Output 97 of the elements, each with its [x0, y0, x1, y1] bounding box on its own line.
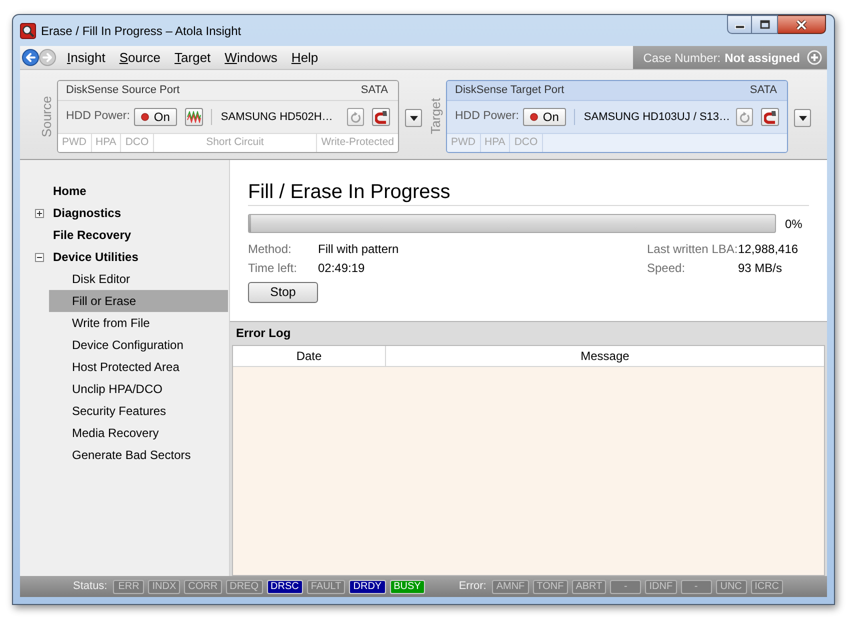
status-flag: - — [610, 580, 642, 594]
status-flag: FAULT — [306, 580, 346, 594]
progress-reading: 0% — [785, 216, 802, 232]
menu-item[interactable]: Target — [174, 50, 211, 66]
power-button[interactable]: On — [522, 108, 566, 126]
flag-cell: PWD — [447, 134, 480, 152]
detail-value: Fill with pattern — [318, 240, 399, 258]
magnet-button[interactable] — [372, 108, 390, 126]
nav-item[interactable]: Home — [20, 180, 229, 202]
magnet-button[interactable] — [761, 108, 779, 126]
status-label: Error: — [458, 579, 486, 594]
flag-cell: HPA — [92, 134, 122, 152]
menu-item[interactable]: Insight — [67, 50, 106, 66]
page-heading: Fill / Erase In Progress — [248, 180, 450, 204]
flag-cell: PWD — [58, 134, 92, 152]
refresh-button[interactable] — [736, 108, 753, 126]
alert-cell: Short Circuit — [154, 134, 318, 152]
column-header[interactable]: Message — [386, 346, 824, 366]
status-flag: DRSC — [266, 580, 303, 594]
detail-label: Time left: — [248, 260, 297, 276]
interface-label: SATA — [360, 83, 389, 98]
power-button[interactable]: On — [134, 108, 177, 126]
device-name: SAMSUNG HD103UJ / S13… — [584, 110, 730, 125]
minimize-button[interactable] — [727, 15, 752, 34]
status-flag: UNC — [716, 580, 747, 594]
nav-item[interactable]: Generate Bad Sectors — [49, 444, 228, 466]
port-label: Target — [429, 98, 443, 135]
nav-item[interactable]: Disk Editor — [49, 268, 228, 290]
interface-label: SATA — [750, 83, 778, 98]
menu-item[interactable]: Windows — [224, 50, 278, 66]
minimize-icon — [734, 25, 744, 29]
maximize-button[interactable] — [752, 15, 778, 34]
column-header[interactable]: Date — [233, 346, 386, 366]
case-number-value: Not assigned — [724, 50, 800, 66]
maximize-icon — [760, 20, 770, 29]
case-number-label: Case Number: — [643, 50, 721, 66]
waveform-button[interactable] — [184, 108, 203, 126]
detail-value: 93 MB/s — [738, 260, 782, 276]
status-flag: DREQ — [226, 580, 263, 594]
nav-item[interactable]: Host Protected Area — [49, 356, 228, 378]
close-button[interactable] — [778, 15, 826, 34]
dropdown-button[interactable] — [405, 109, 422, 127]
caret-icon — [410, 116, 418, 120]
nav-item[interactable]: Media Recovery — [49, 422, 228, 444]
refresh-button[interactable] — [347, 108, 364, 126]
status-flag: INDX — [148, 580, 180, 594]
plus-circle-icon[interactable] — [807, 50, 822, 65]
status-flag: DRDY — [349, 580, 386, 594]
port-title: DiskSense Source Port — [66, 83, 180, 98]
nav-item[interactable]: Unclip HPA/DCO — [49, 378, 228, 400]
stop-button[interactable]: Stop — [248, 282, 318, 303]
plus-box-icon[interactable] — [35, 208, 44, 218]
menu-item[interactable]: Source — [119, 50, 161, 66]
dropdown-button[interactable] — [794, 109, 811, 127]
status-flag: IDNF — [645, 580, 677, 594]
detail-value: 02:49:19 — [318, 260, 365, 276]
window-title: Erase / Fill In Progress – Atola Insight — [41, 24, 242, 38]
detail-label: Method: — [248, 240, 292, 258]
status-flag: AMNF — [492, 580, 529, 594]
status-flag: CORR — [184, 580, 222, 594]
panel-title: Error Log — [236, 325, 291, 342]
nav-item[interactable]: Security Features — [49, 400, 228, 422]
close-icon — [796, 20, 807, 30]
flag-cell: DCO — [510, 134, 543, 152]
caret-icon — [798, 116, 806, 120]
detail-label: Last written LBA: — [647, 240, 738, 258]
nav-item[interactable]: Device Utilities — [20, 246, 229, 268]
status-flag: ICRC — [750, 580, 784, 594]
alert-cell-text: Write-Protected — [320, 135, 395, 150]
magnet-icon — [764, 110, 776, 124]
refresh-icon — [739, 111, 750, 123]
detail-value: 12,988,416 — [738, 240, 798, 258]
status-flag: ERR — [113, 580, 144, 594]
nav-item[interactable]: Write from File — [49, 312, 228, 334]
power-label: HDD Power: — [455, 109, 519, 124]
arrow-left-icon[interactable] — [22, 49, 39, 66]
minus-box-icon[interactable] — [35, 252, 44, 262]
device-name: SAMSUNG HD502H… — [220, 110, 333, 125]
nav-item[interactable]: Device Configuration — [49, 334, 228, 356]
power-label: HDD Power: — [66, 109, 130, 124]
status-flag: TONF — [532, 580, 568, 594]
port-label: Source — [40, 96, 54, 138]
nav-item[interactable]: Fill or Erase — [49, 290, 228, 312]
status-flag: BUSY — [390, 580, 425, 594]
nav-item[interactable]: File Recovery — [20, 224, 229, 246]
refresh-icon — [350, 111, 361, 123]
flag-cell: HPA — [480, 134, 510, 152]
port-title: DiskSense Target Port — [455, 83, 564, 98]
menu-item[interactable]: Help — [291, 50, 318, 66]
magnifier-icon — [20, 23, 36, 39]
detail-label: Speed: — [647, 260, 686, 276]
status-flag: - — [680, 580, 712, 594]
status-label: Status: — [73, 579, 108, 594]
nav-item[interactable]: Diagnostics — [20, 202, 229, 224]
magnet-icon — [374, 110, 388, 124]
status-flag: ABRT — [572, 580, 606, 594]
flag-cell: DCO — [121, 134, 154, 152]
